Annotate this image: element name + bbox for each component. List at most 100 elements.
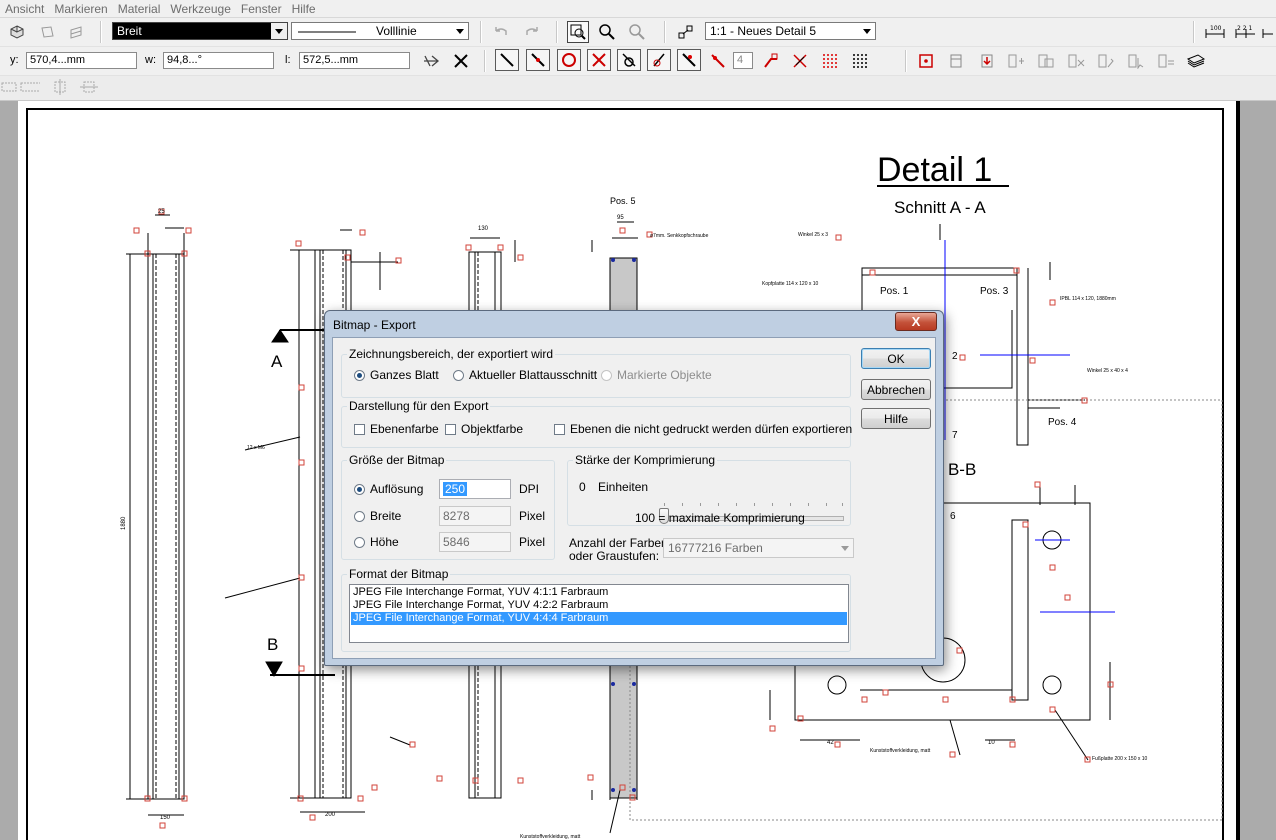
confirm-angle-icon[interactable] <box>421 51 441 71</box>
snap-nearest-icon[interactable] <box>677 49 701 71</box>
y-field[interactable]: 570,4...mm <box>26 52 137 69</box>
height-label[interactable]: Höhe <box>370 535 399 549</box>
fill-combo[interactable]: Breit <box>112 22 288 40</box>
ungroup-icon[interactable] <box>20 77 40 97</box>
dim-25: 25 <box>158 209 165 215</box>
snap-intersection-icon[interactable] <box>587 49 611 71</box>
format-item-411[interactable]: JPEG File Interchange Format, YUV 4:1:1 … <box>351 586 847 599</box>
resolution-label[interactable]: Auflösung <box>370 482 423 496</box>
frame-list-icon[interactable] <box>1156 51 1176 71</box>
detail-link-icon[interactable] <box>676 22 696 42</box>
wireframe-icon[interactable] <box>37 22 57 42</box>
section-marker-b: B <box>267 635 278 654</box>
zoom-window-icon[interactable] <box>567 21 589 43</box>
grid-icon[interactable] <box>850 51 870 71</box>
scale-2-icon[interactable]: 2 2 1 <box>1235 22 1255 42</box>
frame-copy-icon[interactable] <box>1036 51 1056 71</box>
detail-combo[interactable]: 1:1 - Neues Detail 5 <box>705 22 876 40</box>
snap-endpoint-icon[interactable] <box>495 49 519 71</box>
width-label[interactable]: Breite <box>370 509 401 523</box>
help-button[interactable]: Hilfe <box>861 408 931 429</box>
format-list[interactable]: JPEG File Interchange Format, YUV 4:1:1 … <box>349 584 849 643</box>
w-label: w: <box>145 54 156 66</box>
snap-circle-icon[interactable] <box>557 49 581 71</box>
layers-icon[interactable] <box>1186 51 1206 71</box>
radio-marked-objects-label[interactable]: Markierte Objekte <box>617 368 712 382</box>
solid-view-icon[interactable] <box>7 22 27 42</box>
frame-add-icon[interactable] <box>1006 51 1026 71</box>
hatch-icon[interactable] <box>66 22 86 42</box>
snap-tangent-icon[interactable] <box>617 49 641 71</box>
checkbox-object-color[interactable] <box>445 424 456 435</box>
height-unit: Pixel <box>519 535 546 549</box>
radio-height[interactable] <box>354 537 365 548</box>
line-style-combo[interactable]: Volllinie <box>291 22 469 40</box>
dim-200: 200 <box>325 812 336 818</box>
colors-select[interactable]: 16777216 Farben <box>663 538 854 558</box>
distribute-icon[interactable] <box>79 77 99 97</box>
frame-select-icon[interactable] <box>1126 51 1146 71</box>
width-input[interactable]: 8278 <box>439 506 511 526</box>
colors-label-1: Anzahl der Farben <box>569 536 668 550</box>
radio-current-view[interactable] <box>453 370 464 381</box>
compression-unit: Einheiten <box>598 480 649 494</box>
export-area-title: Zeichnungsbereich, der exportiert wird <box>347 347 556 361</box>
sheet-shadow <box>1236 101 1240 840</box>
snap-angle-icon[interactable] <box>761 51 781 71</box>
frame-cut-icon[interactable] <box>1066 51 1086 71</box>
height-input[interactable]: 5846 <box>439 532 511 552</box>
ok-button[interactable]: OK <box>861 348 931 369</box>
line-style-value: Volllinie <box>376 24 417 38</box>
frame-insert-icon[interactable] <box>977 51 997 71</box>
dim-42: 42 <box>827 740 834 746</box>
snap-midpoint-icon[interactable] <box>526 49 550 71</box>
redo-icon[interactable] <box>522 22 542 42</box>
cancel-button[interactable]: Abbrechen <box>861 379 931 400</box>
menu-ansicht[interactable]: Ansicht <box>0 0 49 17</box>
l-field[interactable]: 572,5...mm <box>299 52 410 69</box>
scale-more-icon[interactable] <box>1262 22 1274 42</box>
checkbox-layer-color[interactable] <box>354 424 365 435</box>
format-item-422[interactable]: JPEG File Interchange Format, YUV 4:2:2 … <box>351 599 847 612</box>
close-icon[interactable] <box>451 51 471 71</box>
radio-marked-objects[interactable] <box>601 370 612 381</box>
checkbox-nonprint-layers[interactable] <box>554 424 565 435</box>
w-field[interactable]: 94,8...° <box>163 52 274 69</box>
bitmap-export-dialog: Bitmap - Export X Zeichnungsbereich, der… <box>324 310 944 666</box>
format-item-444[interactable]: JPEG File Interchange Format, YUV 4:4:4 … <box>351 612 847 625</box>
group-icon[interactable] <box>0 77 20 97</box>
snap-divide-icon[interactable] <box>708 51 728 71</box>
l-label: l: <box>285 54 291 66</box>
resolution-input[interactable]: 250 <box>439 479 511 499</box>
radio-width[interactable] <box>354 511 365 522</box>
menu-material[interactable]: Material <box>113 0 166 17</box>
frag-2: 2 <box>952 351 958 362</box>
menu-markieren[interactable]: Markieren <box>49 0 112 17</box>
pos4-label: Pos. 4 <box>1048 417 1077 428</box>
align-icon[interactable] <box>50 77 70 97</box>
menu-hilfe[interactable]: Hilfe <box>287 0 321 17</box>
checkbox-object-color-label[interactable]: Objektfarbe <box>461 422 523 436</box>
menu-werkzeuge[interactable]: Werkzeuge <box>165 0 235 17</box>
scale-100-icon[interactable]: 100 <box>1205 22 1225 42</box>
radio-whole-sheet-label[interactable]: Ganzes Blatt <box>370 368 439 382</box>
snap-perpendicular-icon[interactable] <box>647 49 671 71</box>
radio-resolution[interactable] <box>354 484 365 495</box>
snap-off-icon[interactable] <box>790 51 810 71</box>
point-object-icon[interactable] <box>916 51 936 71</box>
checkbox-layer-color-label[interactable]: Ebenenfarbe <box>370 422 439 436</box>
dim-95: 95 <box>617 215 624 221</box>
frame-icon[interactable] <box>946 51 966 71</box>
menu-fenster[interactable]: Fenster <box>236 0 287 17</box>
snap-count-field[interactable]: 4 <box>733 52 753 69</box>
grid-red-icon[interactable] <box>820 51 840 71</box>
undo-icon[interactable] <box>491 22 511 42</box>
radio-whole-sheet[interactable] <box>354 370 365 381</box>
zoom-icon[interactable] <box>597 22 617 42</box>
zoom-reset-icon[interactable] <box>627 22 647 42</box>
radio-current-view-label[interactable]: Aktueller Blattausschnitt <box>469 368 597 382</box>
toolbar-secondary <box>0 76 1276 101</box>
checkbox-nonprint-layers-label[interactable]: Ebenen die nicht gedruckt werden dürfen … <box>570 422 852 436</box>
dialog-close-button[interactable]: X <box>895 312 937 331</box>
frame-tool-icon[interactable] <box>1096 51 1116 71</box>
